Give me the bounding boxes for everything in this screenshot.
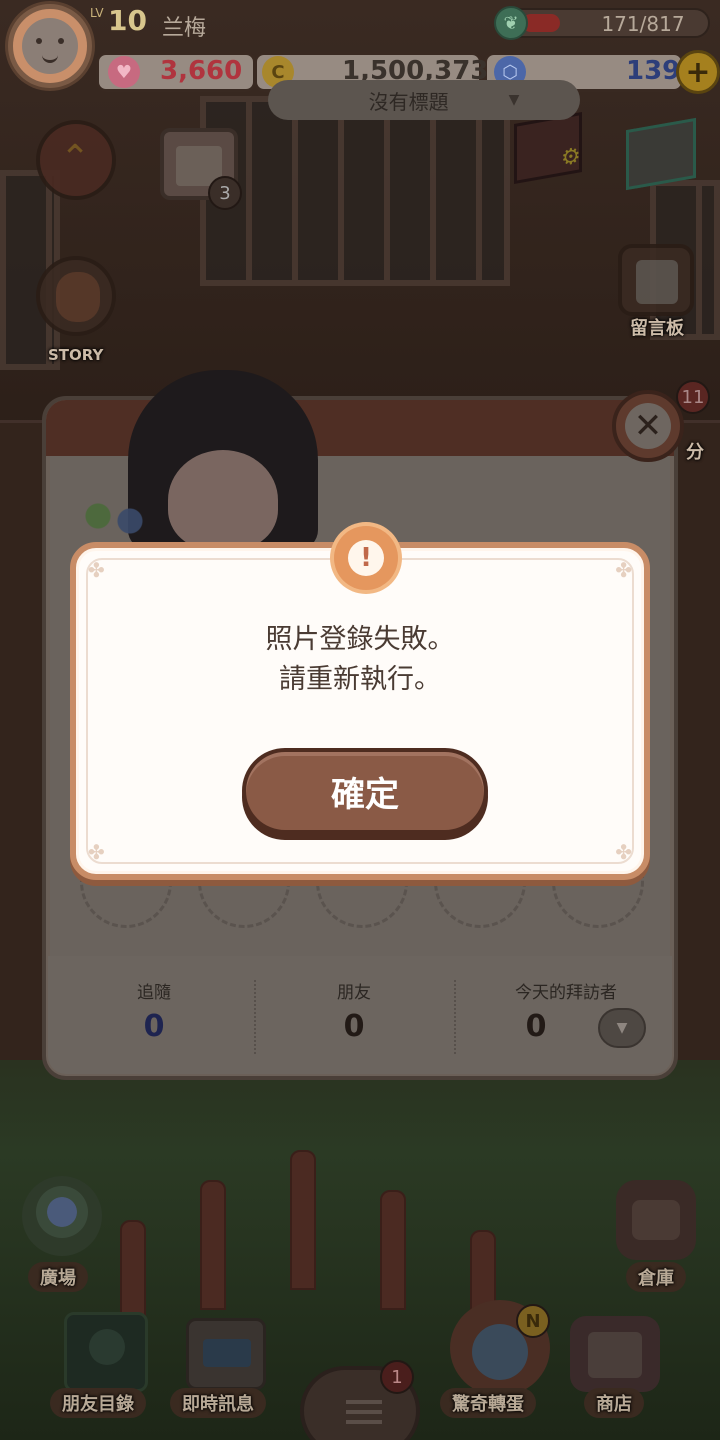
level-value: 10 <box>108 4 147 37</box>
gear-icon: ⚙ <box>561 143 581 172</box>
gems-value: 139 <box>626 56 681 86</box>
plaza-label: 廣場 <box>28 1262 88 1292</box>
background-window <box>200 96 510 286</box>
character-face <box>168 450 278 550</box>
shop-label: 商店 <box>584 1388 644 1418</box>
friends-list-label: 朋友目錄 <box>50 1388 146 1418</box>
alert-message-line2: 請重新執行。 <box>279 664 441 695</box>
fence-post <box>380 1190 406 1310</box>
guestbook-label: 留言板 <box>630 318 684 339</box>
stat-follow[interactable]: 追隨 0 <box>54 956 254 1044</box>
message-icon <box>203 1339 251 1367</box>
plaza-button[interactable] <box>22 1176 102 1256</box>
stat-label: 追隨 <box>137 983 171 1003</box>
add-gems-button[interactable]: + <box>676 50 720 94</box>
close-icon: ✕ <box>625 403 671 449</box>
flower-pot-icon <box>36 1186 88 1238</box>
instant-message-label: 即時訊息 <box>170 1388 266 1418</box>
exclamation-icon: ! <box>334 526 398 590</box>
block-icon-button[interactable]: ⚙ <box>514 112 582 184</box>
friends-list-button[interactable] <box>64 1312 148 1392</box>
profile-stats: 追隨 0 朋友 0 今天的拜訪者 0 <box>48 956 672 1074</box>
storage-label: 倉庫 <box>626 1262 686 1292</box>
caret-down-icon: ▼ <box>508 92 520 108</box>
stat-label: 今天的拜訪者 <box>515 983 617 1003</box>
corner-ornament-icon: ✤ <box>615 840 632 864</box>
alert-message: 照片登錄失敗。 請重新執行。 <box>76 620 644 700</box>
storage-button[interactable] <box>616 1180 696 1260</box>
alert-modal: ✤ ✤ ✤ ✤ ! 照片登錄失敗。 請重新執行。 確定 <box>70 526 650 880</box>
corner-ornament-icon: ✤ <box>88 840 105 864</box>
stat-friends[interactable]: 朋友 0 <box>254 956 454 1044</box>
shop-button[interactable] <box>570 1316 660 1392</box>
visitors-expand-button[interactable]: ▼ <box>598 1008 646 1048</box>
green-block-button[interactable] <box>626 117 696 191</box>
profile-close-button[interactable]: ✕ <box>612 390 684 462</box>
up-arrow-button[interactable]: ⌃ <box>36 120 116 200</box>
calendar-badge: 3 <box>208 176 242 210</box>
corner-ornament-icon: ✤ <box>88 558 105 582</box>
hamburger-menu-icon <box>346 1400 382 1404</box>
book-icon <box>89 1329 125 1365</box>
alert-badge-core: ! <box>348 540 384 576</box>
title-select[interactable]: 沒有標題 ▼ <box>268 80 580 120</box>
story-button[interactable] <box>36 256 116 336</box>
character-portrait <box>128 370 318 550</box>
energy-text: 171/817 <box>601 12 685 36</box>
avatar-face-icon <box>22 18 78 74</box>
shop-icon <box>588 1332 642 1378</box>
hearts-value: 3,660 <box>160 56 243 86</box>
alert-message-line1: 照片登錄失敗。 <box>265 624 455 655</box>
story-label: STORY <box>48 346 104 364</box>
stat-label: 朋友 <box>337 983 371 1003</box>
confirm-button[interactable]: 確定 <box>242 748 488 834</box>
fence-post <box>200 1180 226 1310</box>
gacha-new-badge: N <box>516 1304 550 1338</box>
chevron-up-icon: ⌃ <box>60 138 91 179</box>
chevron-down-icon: ▼ <box>616 1020 628 1036</box>
stat-value: 0 <box>143 1009 165 1044</box>
username: 兰梅 <box>162 16 207 41</box>
divider <box>454 980 456 1054</box>
plus-icon: + <box>685 54 711 90</box>
fence-post <box>290 1150 316 1290</box>
notepad-icon <box>636 260 678 304</box>
menu-badge: 1 <box>380 1360 414 1394</box>
house-icon <box>632 1200 680 1240</box>
corner-ornament-icon: ✤ <box>615 558 632 582</box>
guestbook-button[interactable] <box>618 244 694 316</box>
stat-value: 0 <box>343 1009 365 1044</box>
player-avatar[interactable] <box>8 4 92 88</box>
level-prefix: LV <box>90 6 104 20</box>
flower-decoration <box>74 496 154 546</box>
gacha-label: 驚奇轉蛋 <box>440 1388 536 1418</box>
right-side-badge: 11 <box>676 380 710 414</box>
title-select-value: 沒有標題 <box>368 89 449 114</box>
instant-message-button[interactable] <box>186 1318 266 1390</box>
heart-icon: ♥ <box>108 56 140 88</box>
energy-bar[interactable]: ❦ 171/817 <box>494 6 710 40</box>
right-partial-label: 分 <box>686 442 704 463</box>
dog-character-icon <box>56 272 100 322</box>
